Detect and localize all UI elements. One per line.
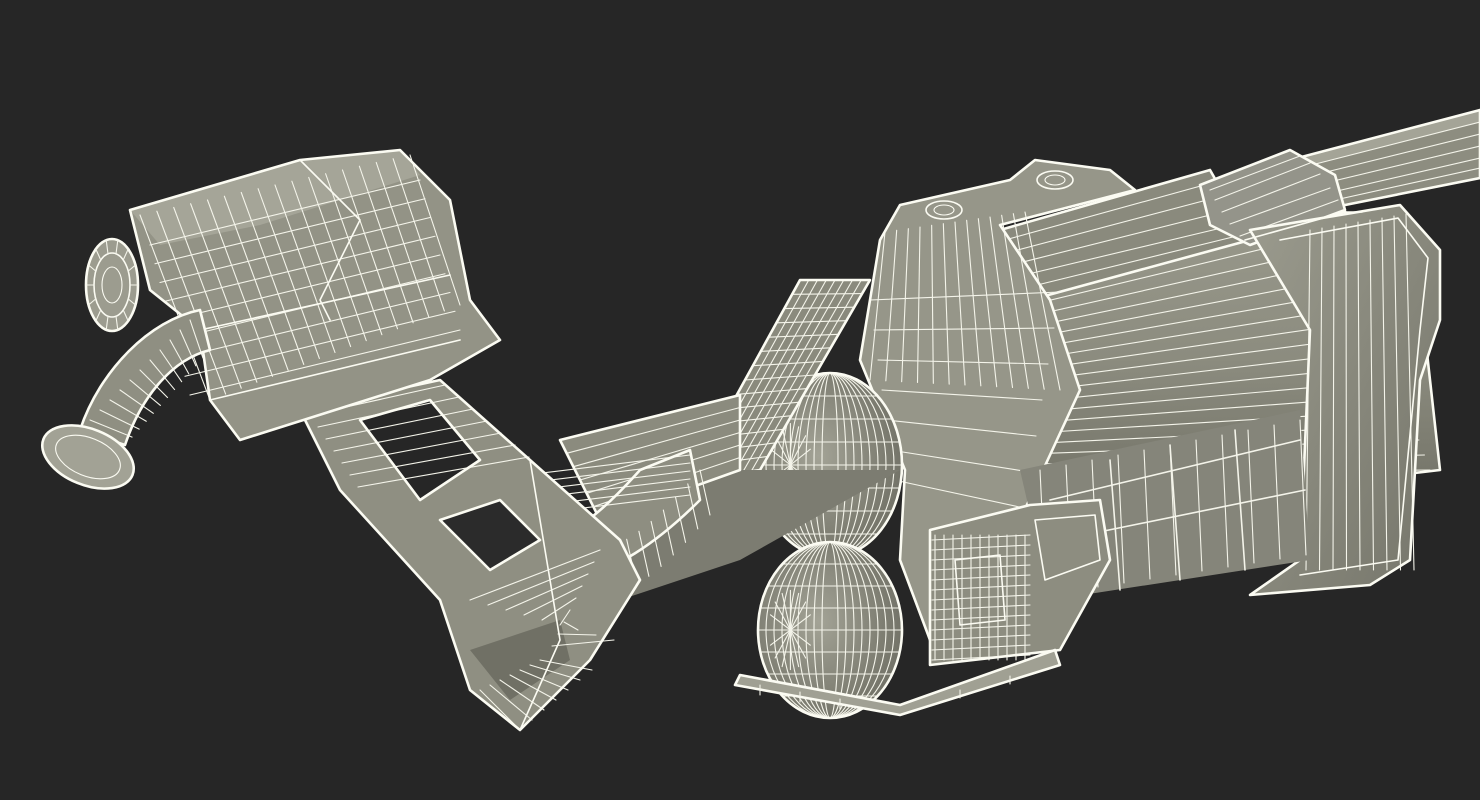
curved-pipe bbox=[40, 308, 212, 490]
mesh-edge bbox=[791, 293, 863, 295]
wireframe-model-render bbox=[40, 108, 1480, 732]
greeble-bracket bbox=[928, 498, 1112, 667]
render-viewport bbox=[0, 0, 1480, 800]
nozzle-cap bbox=[84, 237, 140, 333]
mesh-edge bbox=[1345, 223, 1348, 571]
